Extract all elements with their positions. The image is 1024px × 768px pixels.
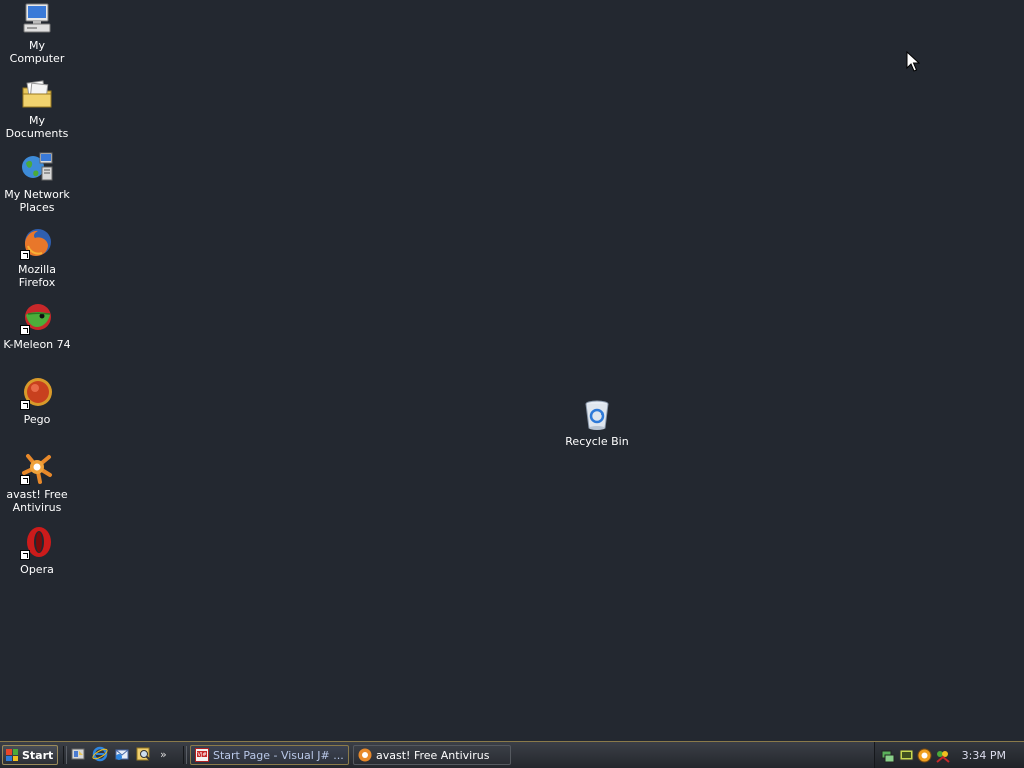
network-places-icon bbox=[20, 151, 54, 185]
taskbar-separator bbox=[63, 746, 67, 764]
search-icon[interactable] bbox=[136, 746, 152, 762]
avast-tray-icon[interactable] bbox=[917, 748, 932, 763]
desktop-icon-my-network-places[interactable]: My Network Places bbox=[0, 151, 74, 214]
task-button-avast[interactable]: avast! Free Antivirus bbox=[353, 745, 511, 765]
desktop-icon-pego[interactable]: Pego bbox=[0, 376, 74, 426]
windows-logo-icon bbox=[6, 749, 18, 761]
opera-icon bbox=[20, 526, 54, 560]
taskbar-clock[interactable]: 3:34 PM bbox=[962, 749, 1006, 762]
computer-icon bbox=[20, 2, 54, 36]
task-button-visual-j-start-page[interactable]: VJ# Start Page - Visual J# ... bbox=[190, 745, 349, 765]
outlook-express-icon[interactable] bbox=[114, 746, 130, 762]
show-desktop-icon[interactable] bbox=[70, 746, 86, 762]
desktop-icon-k-meleon[interactable]: K-Meleon 74 bbox=[0, 301, 74, 351]
mouse-cursor-icon bbox=[906, 50, 921, 76]
shortcut-arrow-icon bbox=[20, 550, 30, 560]
desktop-icon-opera[interactable]: Opera bbox=[0, 526, 74, 576]
desktop-icon-my-documents[interactable]: My Documents bbox=[0, 77, 74, 140]
desktop-icon-avast[interactable]: avast! Free Antivirus bbox=[0, 451, 74, 514]
avast-icon bbox=[358, 748, 372, 762]
internet-explorer-icon[interactable] bbox=[92, 746, 108, 762]
desktop-icon-my-computer[interactable]: My Computer bbox=[0, 2, 74, 65]
pego-icon bbox=[20, 376, 54, 410]
recycle-bin-icon bbox=[580, 398, 614, 432]
quick-launch-more-button[interactable]: » bbox=[160, 748, 167, 761]
desktop-icon-label: Opera bbox=[20, 563, 54, 576]
desktop-icon-label: My Computer bbox=[9, 39, 65, 65]
taskbar-separator bbox=[183, 746, 187, 764]
desktop-icon-label: My Network Places bbox=[4, 188, 70, 214]
shortcut-arrow-icon bbox=[20, 475, 30, 485]
svg-text:VJ#: VJ# bbox=[197, 752, 206, 758]
desktop-icon-label: My Documents bbox=[5, 114, 69, 140]
messenger-tray-icon[interactable] bbox=[935, 748, 950, 763]
task-button-label: Start Page - Visual J# ... bbox=[213, 748, 344, 762]
quick-launch-toolbar: » bbox=[70, 746, 167, 762]
system-tray: 3:34 PM bbox=[874, 742, 1024, 768]
desktop-icon-recycle-bin[interactable]: Recycle Bin bbox=[560, 398, 634, 448]
desktop[interactable]: My Computer My Documents My Network Plac… bbox=[0, 0, 1024, 741]
kmeleon-icon bbox=[20, 301, 54, 335]
desktop-icon-label: K-Meleon 74 bbox=[3, 338, 71, 351]
visual-studio-icon: VJ# bbox=[195, 748, 209, 762]
avast-icon bbox=[20, 451, 54, 485]
firefox-icon bbox=[20, 226, 54, 260]
desktop-icon-label: Pego bbox=[23, 413, 51, 426]
desktop-icon-label: Mozilla Firefox bbox=[18, 263, 56, 289]
desktop-icon-mozilla-firefox[interactable]: Mozilla Firefox bbox=[0, 226, 74, 289]
documents-folder-icon bbox=[20, 77, 54, 111]
network-tray-icon[interactable] bbox=[881, 748, 896, 763]
desktop-icon-label: avast! Free Antivirus bbox=[6, 488, 68, 514]
shortcut-arrow-icon bbox=[20, 250, 30, 260]
start-button[interactable]: Start bbox=[2, 745, 58, 765]
task-button-label: avast! Free Antivirus bbox=[376, 748, 490, 762]
taskbar: Start » VJ# Start Page - Visual J# ... a… bbox=[0, 741, 1024, 768]
desktop-icon-label: Recycle Bin bbox=[565, 435, 629, 448]
monitor-tray-icon[interactable] bbox=[899, 748, 914, 763]
shortcut-arrow-icon bbox=[20, 400, 30, 410]
start-label: Start bbox=[22, 748, 54, 762]
shortcut-arrow-icon bbox=[20, 325, 30, 335]
